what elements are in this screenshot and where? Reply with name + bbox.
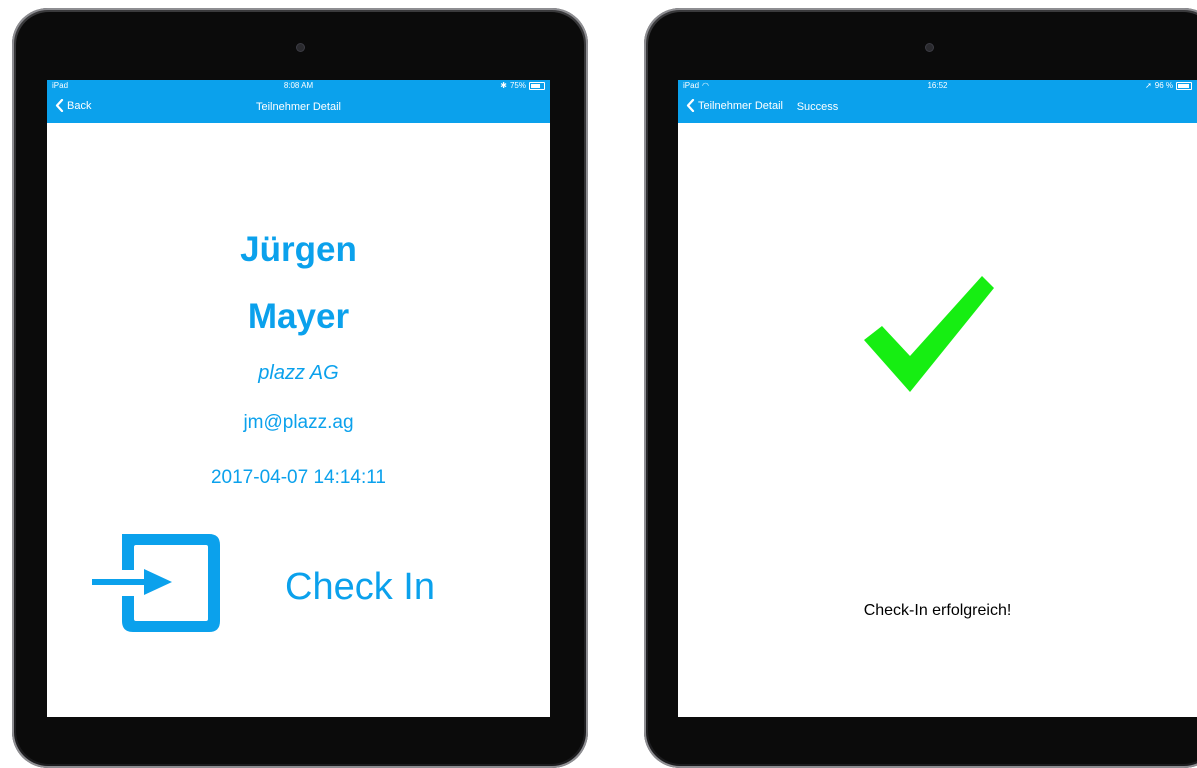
participant-last-name: Mayer [247,297,350,336]
camera-icon [926,44,933,51]
back-button[interactable]: Back [55,99,91,112]
check-in-button[interactable]: Check In [91,532,491,637]
bluetooth-icon: ✱ [500,81,507,90]
back-label: Back [67,99,92,112]
battery-percent: 75% [509,81,526,90]
participant-company: plazz AG [258,362,339,384]
status-time: 8:08 AM [283,81,314,90]
check-in-label: Check In [285,566,435,608]
participant-email: jm@plazz.ag [243,412,354,433]
navigation-bar: iPad ◠ 16:52 ➚ 96 % Success Teilnehmer D… [678,80,1197,123]
nav-title: Teilnehmer Detail [256,101,341,113]
participant-first-name: Jürgen [240,230,357,269]
success-message: Check-In erfolgreich! [863,602,1012,619]
chevron-left-icon [55,99,64,112]
checkmark-icon [864,276,994,392]
chevron-left-icon [686,99,695,112]
back-label: Teilnehmer Detail [698,99,783,112]
navigation-bar: iPad 8:08 AM ✱ 75% Teilnehmer Detail Bac… [47,80,550,123]
participant-timestamp: 2017-04-07 14:14:11 [210,467,387,488]
login-arrow-icon [92,534,220,632]
camera-icon [297,44,304,51]
status-battery: ➚ 96 % [1145,81,1192,91]
battery-icon [529,82,545,90]
screen-success: iPad ◠ 16:52 ➚ 96 % Success Teilnehmer D… [678,80,1197,717]
battery-percent: 96 % [1154,81,1173,90]
back-button[interactable]: Teilnehmer Detail [686,99,783,112]
status-time: 16:52 [927,81,948,90]
nav-title-text: Success [796,101,839,113]
battery-icon [1176,82,1192,90]
location-icon: ➚ [1145,81,1152,90]
status-battery: ✱ 75% [500,81,545,91]
screen-participant-detail: iPad 8:08 AM ✱ 75% Teilnehmer Detail Bac… [47,80,550,717]
